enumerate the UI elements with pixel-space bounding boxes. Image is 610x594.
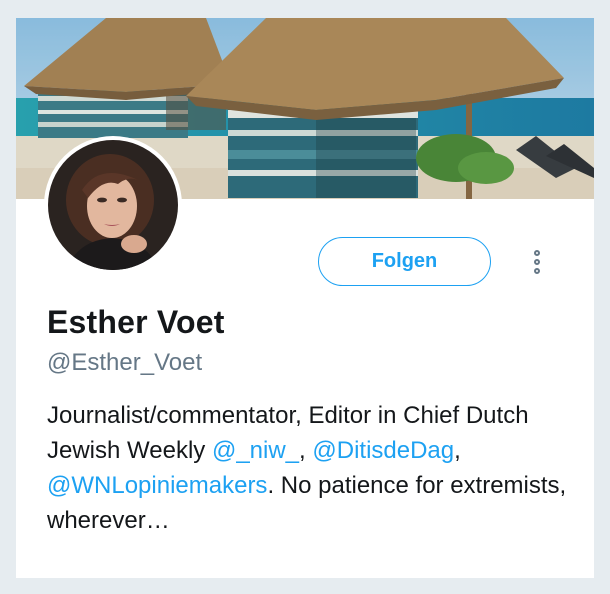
more-dot [534,250,540,256]
profile-avatar[interactable] [44,136,182,274]
bio-mention-link[interactable]: @_niw_ [212,437,299,464]
more-dot [534,268,540,274]
profile-name[interactable]: Esther Voet [47,304,225,341]
bio-separator: , [299,437,313,464]
profile-bio: Journalist/commentator, Editor in Chief … [47,398,567,538]
profile-handle[interactable]: @Esther_Voet [47,349,202,377]
follow-button[interactable]: Folgen [318,237,491,286]
follow-button-label: Folgen [371,250,438,272]
more-options-icon[interactable] [528,244,546,280]
bio-mention-link[interactable]: @DitisdeDag [312,437,454,464]
bio-mention-link[interactable]: @WNLopiniemakers [47,472,267,499]
bio-separator: , [454,437,461,464]
profile-card: Folgen Esther Voet @Esther_Voet Journali… [16,18,594,578]
more-dot [534,259,540,265]
